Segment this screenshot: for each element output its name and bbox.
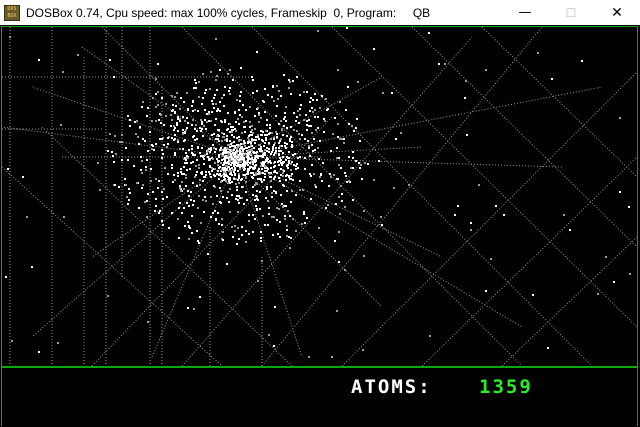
window-title: DOSBox 0.74, Cpu speed: max 100% cycles,… (26, 5, 431, 20)
dos-screen[interactable]: ATOMS: 1359 (0, 25, 640, 427)
simulation-playfield (1, 26, 638, 367)
dosbox-app-icon[interactable]: DOS BOX (4, 4, 20, 21)
status-panel: ATOMS: 1359 (1, 367, 638, 426)
particle-field (2, 27, 637, 366)
maximize-button[interactable]: ☐ (548, 0, 594, 25)
minimize-button[interactable]: — (502, 0, 548, 25)
atoms-label: ATOMS: (351, 376, 432, 398)
dosbox-window: DOS BOX DOSBox 0.74, Cpu speed: max 100%… (0, 0, 640, 427)
trajectory-lines (2, 27, 637, 366)
close-button[interactable]: ✕ (594, 0, 640, 25)
atoms-count: 1359 (479, 376, 533, 398)
title-bar[interactable]: DOS BOX DOSBox 0.74, Cpu speed: max 100%… (0, 0, 640, 25)
